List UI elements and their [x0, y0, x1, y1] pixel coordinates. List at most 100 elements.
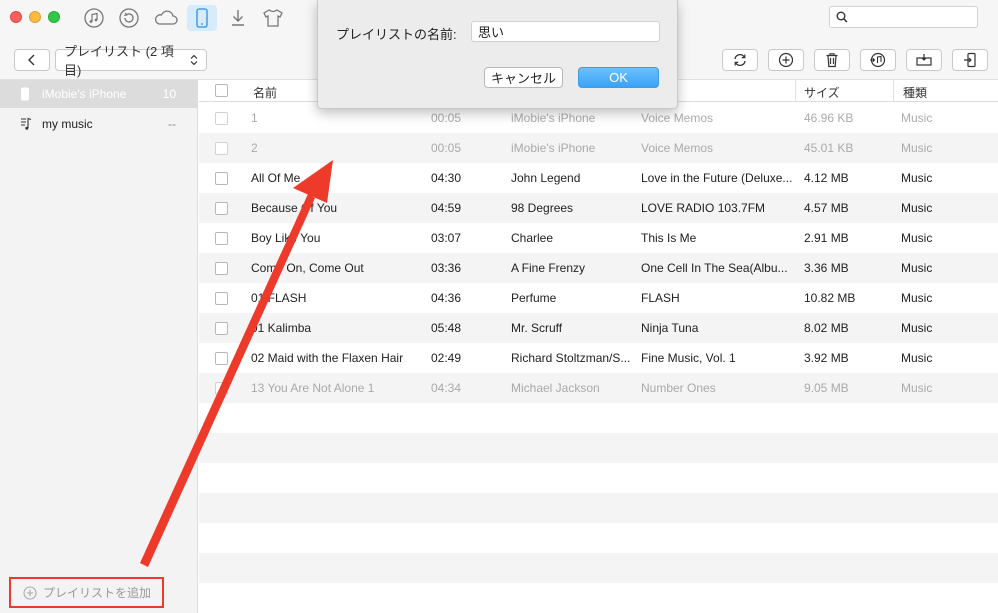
- header-separator: [893, 80, 894, 102]
- cell-time: 02:49: [431, 351, 462, 365]
- row-checkbox[interactable]: [215, 142, 228, 155]
- sidebar-item-count: --: [168, 117, 176, 131]
- cell-name: 1: [251, 111, 258, 125]
- cell-artist: Richard Stoltzman/S...: [511, 351, 631, 365]
- cell-size: 8.02 MB: [804, 321, 849, 335]
- cell-artist: Mr. Scruff: [511, 321, 563, 335]
- add-playlist-button[interactable]: プレイリストを追加: [9, 577, 164, 608]
- updown-icon: [190, 54, 198, 66]
- playlist-icon: [20, 117, 32, 134]
- sidebar-item-label: my music: [42, 117, 93, 131]
- search-input[interactable]: [829, 6, 978, 28]
- sidebar-item-my-music[interactable]: my music --: [0, 110, 198, 138]
- to-itunes-button[interactable]: [860, 49, 896, 71]
- download-icon[interactable]: [223, 5, 253, 31]
- cell-artist: Charlee: [511, 231, 554, 245]
- cell-name: 02 Maid with the Flaxen Hair: [251, 351, 404, 365]
- row-checkbox[interactable]: [215, 322, 228, 335]
- cell-time: 04:36: [431, 291, 462, 305]
- cell-album: Love in the Future (Deluxe...: [641, 171, 793, 185]
- sidebar-item-count: 10: [162, 87, 176, 101]
- to-itunes-icon: [870, 52, 886, 68]
- iphone-icon[interactable]: [187, 5, 217, 31]
- row-checkbox[interactable]: [215, 172, 228, 185]
- cancel-button[interactable]: キャンセル: [484, 67, 563, 88]
- track-table: 名前 ム サイズ 種類 100:05iMobie's iPhoneVoice M…: [199, 80, 998, 613]
- cell-size: 4.57 MB: [804, 201, 849, 215]
- header-kind[interactable]: 種類: [903, 84, 927, 101]
- to-computer-icon: [916, 54, 932, 66]
- empty-row: [199, 433, 998, 463]
- cell-size: 3.92 MB: [804, 351, 849, 365]
- empty-row: [199, 523, 998, 553]
- zoom-window-button[interactable]: [48, 11, 60, 23]
- cell-artist: A Fine Frenzy: [511, 261, 586, 275]
- playlist-name-label: プレイリストの名前:: [336, 27, 457, 42]
- cell-name: 2: [251, 141, 258, 155]
- refresh-button[interactable]: [722, 49, 758, 71]
- to-device-button[interactable]: [952, 49, 988, 71]
- table-row[interactable]: 01 Kalimba 05:48 Mr. Scruff Ninja Tuna 8.02 …: [199, 313, 998, 343]
- cell-artist: iMobie's iPhone: [511, 111, 596, 125]
- delete-button[interactable]: [814, 49, 850, 71]
- cell-size: 46.96 KB: [804, 111, 854, 125]
- plus-circle-icon: [23, 585, 37, 600]
- cell-time: 03:07: [431, 231, 462, 245]
- table-row[interactable]: All Of Me 04:30 John Legend Love in the Fut…: [199, 163, 998, 193]
- row-checkbox[interactable]: [215, 232, 228, 245]
- row-checkbox[interactable]: [215, 292, 228, 305]
- cell-kind: Music: [901, 171, 933, 185]
- cell-time: 04:30: [431, 171, 462, 185]
- playlist-select-label: プレイリスト (2 項目): [64, 44, 174, 78]
- shirt-icon[interactable]: [258, 5, 288, 31]
- refresh-icon: [734, 54, 746, 66]
- close-window-button[interactable]: [10, 11, 22, 23]
- music-icon[interactable]: [79, 5, 109, 31]
- row-checkbox[interactable]: [215, 382, 228, 395]
- to-device-icon: [964, 52, 976, 68]
- select-all-checkbox[interactable]: [215, 84, 228, 97]
- cell-artist: 98 Degrees: [511, 201, 574, 215]
- row-checkbox[interactable]: [215, 112, 228, 125]
- playlist-name-input[interactable]: [471, 21, 660, 42]
- back-icon: [28, 54, 35, 66]
- table-row[interactable]: Come On, Come Out 03:36 A Fine Frenzy One C…: [199, 253, 998, 283]
- cell-kind: Music: [901, 321, 933, 335]
- sync-icon[interactable]: [114, 5, 144, 31]
- cell-kind: Music: [901, 351, 933, 365]
- table-row[interactable]: Boy Like You 03:07 Charlee This Is Me 2.91 M…: [199, 223, 998, 253]
- cell-size: 45.01 KB: [804, 141, 854, 155]
- empty-row: [199, 403, 998, 433]
- cell-time: 03:36: [431, 261, 462, 275]
- to-computer-button[interactable]: [906, 49, 942, 71]
- table-row[interactable]: 01 FLASH 04:36 Perfume FLASH 10.82 MB Music: [199, 283, 998, 313]
- table-row[interactable]: 02 Maid with the Flaxen Hair 02:49 Richard…: [199, 343, 998, 373]
- playlist-name-dialog: プレイリストの名前: キャンセル OK: [317, 0, 678, 109]
- row-checkbox[interactable]: [215, 202, 228, 215]
- cloud-icon[interactable]: [151, 5, 181, 31]
- ok-button[interactable]: OK: [578, 67, 659, 88]
- header-size[interactable]: サイズ: [804, 84, 840, 101]
- back-button[interactable]: [14, 49, 50, 71]
- header-name[interactable]: 名前: [253, 84, 277, 101]
- trash-icon: [826, 53, 838, 68]
- empty-row: [199, 463, 998, 493]
- cell-size: 4.12 MB: [804, 171, 849, 185]
- cell-album: Voice Memos: [641, 111, 714, 125]
- row-checkbox[interactable]: [215, 352, 228, 365]
- playlist-select[interactable]: プレイリスト (2 項目): [55, 44, 207, 78]
- table-row[interactable]: 13 You Are Not Alone 1 04:34 Michael Jacks…: [199, 373, 998, 403]
- cell-album: Fine Music, Vol. 1: [641, 351, 736, 365]
- cell-name: Come On, Come Out: [251, 261, 364, 275]
- row-checkbox[interactable]: [215, 262, 228, 275]
- empty-row: [199, 493, 998, 523]
- cell-album: FLASH: [641, 291, 680, 305]
- cell-album: Voice Memos: [641, 141, 714, 155]
- table-row[interactable]: Because Of You 04:59 98 Degrees LOVE RADIO …: [199, 193, 998, 223]
- minimize-window-button[interactable]: [29, 11, 41, 23]
- add-button[interactable]: [768, 49, 804, 71]
- cell-artist: Perfume: [511, 291, 557, 305]
- table-row[interactable]: 2 00:05 iMobie's iPhone Voice Memos 45.01 KB…: [199, 133, 998, 163]
- cell-time: 00:05: [431, 111, 462, 125]
- sidebar-item-device[interactable]: iMobie's iPhone 10: [0, 80, 198, 108]
